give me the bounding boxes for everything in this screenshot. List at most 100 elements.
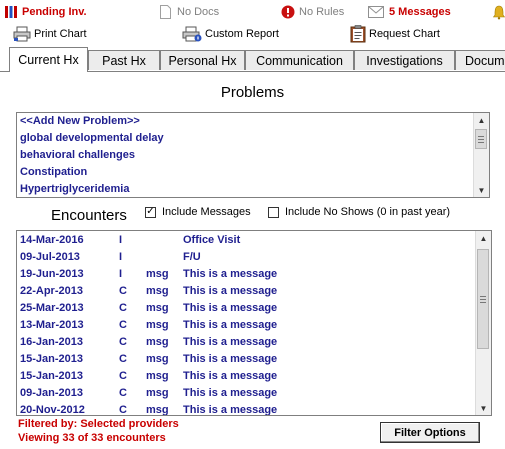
encounter-type: C [119,285,127,297]
encounter-date: 15-Jan-2013 [20,353,83,365]
encounter-description: This is a message [183,319,278,331]
custom-report-label: Custom Report [205,28,279,40]
encounter-row[interactable]: 22-Apr-2013 Cmsg This is a message [17,283,475,300]
checkbox-unchecked-icon [268,206,279,218]
scroll-up-arrow-icon[interactable]: ▲ [474,113,489,127]
encounter-description: This is a message [183,302,278,314]
encounter-description: This is a message [183,336,278,348]
encounter-tag: msg [146,404,169,416]
encounter-row[interactable]: 20-Nov-2012 Cmsg This is a message [17,402,475,416]
encounter-row[interactable]: 09-Jul-2013 I F/U [17,249,475,266]
encounter-tag: msg [146,336,169,348]
status-bar: Pending Inv. No Docs No Rules 5 Messages [0,0,505,23]
encounter-date: 14-Mar-2016 [20,234,84,246]
encounter-type: C [119,319,127,331]
tab-communication[interactable]: Communication [245,50,354,70]
encounter-date: 19-Jun-2013 [20,268,84,280]
scroll-down-arrow-icon[interactable]: ▼ [474,183,489,197]
docs-indicator[interactable]: No Docs [160,4,219,20]
rules-label: No Rules [299,6,345,18]
scroll-up-arrow-icon[interactable]: ▲ [476,231,491,245]
problem-item[interactable]: behavioral challenges [20,147,135,164]
tab-investigations[interactable]: Investigations [354,50,455,70]
tab-past-hx[interactable]: Past Hx [88,50,160,70]
encounter-description: F/U [183,251,201,263]
encounter-row[interactable]: 25-Mar-2013 Cmsg This is a message [17,300,475,317]
encounter-tag: msg [146,319,169,331]
encounter-date: 22-Apr-2013 [20,285,83,297]
include-no-shows-label: Include No Shows (0 in past year) [285,206,451,218]
bell-icon[interactable] [493,4,505,20]
encounter-tag: msg [146,302,169,314]
encounter-type: C [119,404,127,416]
problems-title: Problems [220,84,285,101]
encounter-type: I [119,251,123,263]
investigations-icon [4,5,18,19]
tab-label: Communication [256,53,343,68]
encounter-description: This is a message [183,387,278,399]
encounter-description: This is a message [183,268,278,280]
encounter-type: C [119,387,127,399]
messages-label: 5 Messages [389,6,451,18]
encounter-tag: msg [146,370,169,382]
print-chart-label: Print Chart [34,28,87,40]
encounter-date: 09-Jul-2013 [20,251,80,263]
encounter-date: 20-Nov-2012 [20,404,85,416]
encounter-tag: msg [146,285,169,297]
pending-investigations-label: Pending Inv. [22,6,87,18]
filter-options-button[interactable]: Filter Options [380,422,480,443]
problems-list[interactable]: <<Add New Problem>> global developmental… [16,112,490,198]
encounter-description: This is a message [183,370,278,382]
encounter-row[interactable]: 09-Jan-2013 Cmsg This is a message [17,385,475,402]
encounter-row[interactable]: 15-Jan-2013 Cmsg This is a message [17,351,475,368]
tab-label: Investigations [366,53,443,68]
encounters-list[interactable]: 14-Mar-2016 I Office Visit 09-Jul-2013 I F/U 1… [16,230,492,416]
encounter-description: This is a message [183,404,278,416]
include-no-shows-checkbox[interactable]: Include No Shows (0 in past year) [268,206,450,218]
tab-documents[interactable]: Docum [455,50,505,70]
problems-scrollbar[interactable]: ▲ ▼ [473,113,489,197]
scroll-thumb[interactable] [475,129,487,149]
encounter-type: C [119,336,127,348]
checkbox-checked-icon: ✓ [145,206,156,218]
encounter-type: I [119,268,123,280]
printer-icon [13,26,31,42]
encounter-date: 25-Mar-2013 [20,302,84,314]
encounter-row[interactable]: 15-Jan-2013 Cmsg This is a message [17,368,475,385]
print-chart-button[interactable]: Print Chart [13,25,87,43]
encounter-row[interactable]: 13-Mar-2013 Cmsg This is a message [17,317,475,334]
tab-personal-hx[interactable]: Personal Hx [160,50,245,70]
request-chart-label: Request Chart [369,28,440,40]
encounter-date: 15-Jan-2013 [20,370,83,382]
pending-investigations-indicator[interactable]: Pending Inv. [4,4,87,20]
problem-item[interactable]: Hypertriglyceridemia [20,181,129,197]
encounter-type: C [119,353,127,365]
include-messages-checkbox[interactable]: ✓ Include Messages [145,206,251,218]
rules-indicator[interactable]: No Rules [281,4,344,20]
request-chart-button[interactable]: Request Chart [350,25,440,43]
scroll-thumb[interactable] [477,249,489,349]
add-new-problem-item[interactable]: <<Add New Problem>> [20,113,140,130]
encounter-date: 13-Mar-2013 [20,319,84,331]
messages-indicator[interactable]: 5 Messages [368,4,451,20]
encounter-tag: msg [146,387,169,399]
encounter-row[interactable]: 14-Mar-2016 I Office Visit [17,232,475,249]
tab-label: Past Hx [102,53,146,68]
scroll-down-arrow-icon[interactable]: ▼ [476,401,491,415]
tab-label: Personal Hx [168,53,237,68]
encounter-description: This is a message [183,353,278,365]
tab-label: Docum [465,53,505,68]
encounter-description: Office Visit [183,234,241,246]
encounter-tag: msg [146,268,169,280]
include-messages-label: Include Messages [162,206,251,218]
custom-report-button[interactable]: Custom Report [182,25,279,43]
encounter-type: I [119,234,123,246]
encounters-scrollbar[interactable]: ▲ ▼ [475,231,491,415]
clipboard-icon [350,25,366,43]
problem-item[interactable]: Constipation [20,164,87,181]
tab-current-hx[interactable]: Current Hx [9,47,88,72]
problem-item[interactable]: global developmental delay [20,130,164,147]
encounter-row[interactable]: 16-Jan-2013 Cmsg This is a message [17,334,475,351]
tab-label: Current Hx [18,53,79,67]
encounter-row[interactable]: 19-Jun-2013 Imsg This is a message [17,266,475,283]
